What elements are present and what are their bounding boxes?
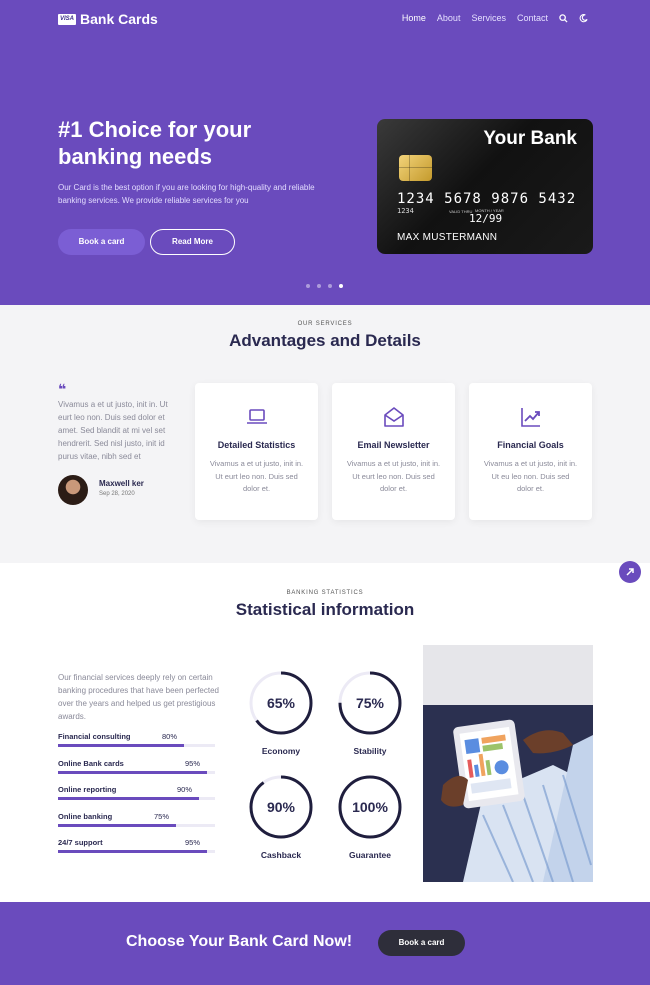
service-card-title: Detailed Statistics (217, 440, 296, 450)
stat-ring-value: 90% (267, 799, 296, 815)
cta-book-card-button[interactable]: Book a card (378, 930, 465, 956)
author-date: Sep 28, 2020 (99, 491, 135, 497)
service-card-newsletter[interactable]: Email Newsletter Vivamus a et ut justo, … (332, 383, 455, 520)
progress-fill (58, 744, 184, 747)
progress-bar-row: Online banking 75% (58, 812, 215, 827)
cta-title: Choose Your Bank Card Now! (126, 933, 353, 950)
laptop-icon (247, 409, 267, 424)
read-more-button[interactable]: Read More (150, 229, 235, 255)
cta-banner: Choose Your Bank Card Now! (0, 902, 650, 985)
credit-card-image: Your Bank 1234 5678 9876 5432 1234 VALID… (377, 119, 593, 254)
book-card-button[interactable]: Book a card (58, 229, 145, 255)
hero-section: VISA Bank Cards Home About Services Cont… (0, 0, 650, 305)
stat-ring: 100% (337, 774, 403, 840)
progress-bar-row: Online reporting 90% (58, 785, 215, 800)
services-title: Advantages and Details (229, 331, 421, 350)
progress-fill (58, 824, 176, 827)
arrow-up-right-icon (626, 568, 634, 576)
main-menu: Home About Services Contact (402, 13, 588, 23)
slider-dot[interactable] (339, 284, 343, 288)
stat-ring: 75% (337, 670, 403, 736)
moon-icon[interactable] (579, 13, 588, 23)
logo[interactable]: VISA Bank Cards (58, 11, 158, 27)
avatar (58, 475, 88, 505)
stat-ring-label: Economy (261, 746, 301, 756)
hero-title: #1 Choice for your banking needs (58, 117, 252, 169)
hero-description: Our Card is the best option if you are l… (58, 183, 315, 205)
stat-ring-value: 100% (352, 799, 388, 815)
testimonial-text: Vivamus a et ut justo, init in. Ut eurt … (58, 400, 168, 461)
card-expiry: 12/99 (469, 212, 503, 225)
progress-fill (58, 797, 199, 800)
service-card-title: Financial Goals (497, 440, 564, 450)
progress-label: Online banking (58, 812, 113, 821)
slider-dot[interactable] (328, 284, 332, 288)
slider-dot[interactable] (306, 284, 310, 288)
card-holder: MAX MUSTERMANN (397, 232, 498, 243)
stat-ring: 65% (248, 670, 314, 736)
progress-bar-row: 24/7 support 95% (58, 838, 215, 853)
stat-ring-label: Guarantee (348, 850, 392, 860)
top-navbar: VISA Bank Cards Home About Services Cont… (0, 0, 650, 38)
author-name: Maxwell ker (99, 479, 144, 488)
statistics-section: BANKING STATISTICS Statistical informati… (0, 563, 650, 902)
services-eyebrow: OUR SERVICES (297, 321, 353, 327)
progress-fill (58, 850, 207, 853)
nav-services[interactable]: Services (471, 13, 506, 23)
card-small-number: 1234 (397, 207, 414, 215)
progress-fill (58, 771, 207, 774)
search-icon[interactable] (559, 13, 568, 23)
tablet-photo (423, 645, 593, 882)
envelope-open-icon (384, 407, 404, 427)
services-section: OUR SERVICES Advantages and Details ❝ Vi… (0, 305, 650, 563)
progress-percent: 95% (185, 838, 201, 847)
logo-text: Bank Cards (80, 11, 158, 27)
slider-dots (306, 284, 343, 288)
service-card-title: Email Newsletter (357, 440, 430, 450)
card-bank-name: Your Bank (483, 128, 577, 149)
progress-percent: 95% (185, 759, 201, 768)
progress-bar-row: Online Bank cards 95% (58, 759, 215, 774)
service-card-text: Vivamus a et ut justo, init in. Ut eurt … (209, 459, 304, 493)
nav-about[interactable]: About (437, 13, 461, 23)
stat-ring: 90% (248, 774, 314, 840)
service-card-text: Vivamus a et ut justo, init in. Ut eu le… (483, 459, 578, 493)
nav-contact[interactable]: Contact (517, 13, 548, 23)
nav-home[interactable]: Home (402, 13, 426, 23)
stats-eyebrow: BANKING STATISTICS (286, 590, 364, 596)
stats-description: Our financial services deeply rely on ce… (58, 673, 220, 721)
progress-percent: 75% (154, 812, 170, 821)
progress-percent: 90% (177, 785, 193, 794)
stat-ring-value: 65% (267, 695, 296, 711)
progress-percent: 80% (162, 732, 178, 741)
chip-icon (399, 155, 432, 181)
progress-bar-row: Financial consulting 80% (58, 732, 215, 747)
service-card-text: Vivamus a et ut justo, init in. Ut eurt … (346, 459, 441, 493)
card-number: 1234 5678 9876 5432 (397, 191, 577, 207)
progress-label: Financial consulting (58, 732, 131, 741)
quote-icon: ❝ (58, 381, 67, 397)
service-card-statistics[interactable]: Detailed Statistics Vivamus a et ut just… (195, 383, 318, 520)
stats-title: Statistical information (235, 600, 415, 619)
stat-ring-label: Stability (353, 746, 387, 756)
stat-ring-value: 75% (356, 695, 385, 711)
slider-dot[interactable] (317, 284, 321, 288)
scroll-button[interactable] (619, 561, 641, 583)
service-card-goals[interactable]: Financial Goals Vivamus a et ut justo, i… (469, 383, 592, 520)
trending-up-icon (521, 408, 540, 427)
visa-badge-icon: VISA (58, 13, 76, 25)
stat-ring-label: Cashback (260, 850, 302, 860)
